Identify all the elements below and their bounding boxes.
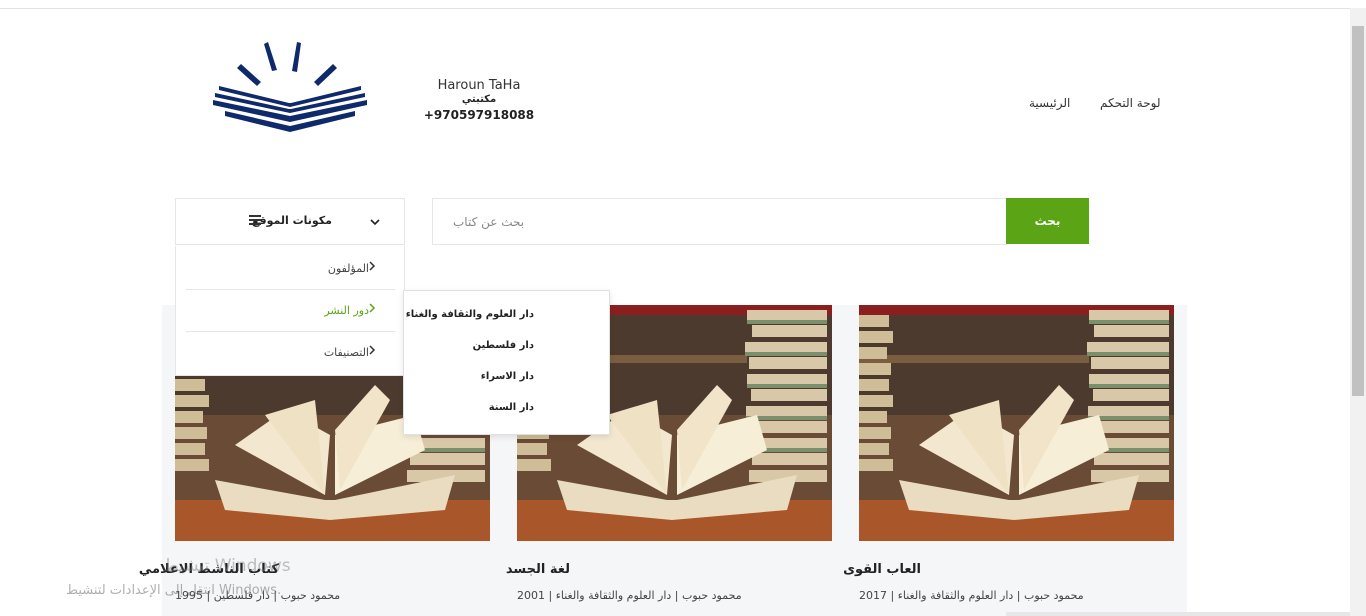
site-components-title: مكونات الموقع <box>251 214 332 227</box>
windows-activation-title: تنشيط Windows <box>163 556 291 576</box>
scrollbar-thumb[interactable] <box>1352 26 1364 396</box>
book-author: محمود حبوب <box>1024 589 1084 602</box>
book-logo-icon <box>213 42 367 132</box>
book-title[interactable]: العاب القوى <box>843 562 921 577</box>
chevron-right-icon <box>369 345 376 358</box>
nav-dashboard[interactable]: لوحة التحكم <box>1100 96 1161 110</box>
chevron-right-icon <box>369 261 376 274</box>
search-button[interactable]: بحث <box>1006 198 1089 244</box>
book-author: محمود حبوب <box>280 589 341 602</box>
search-box <box>432 198 1007 245</box>
chevron-right-icon <box>369 303 376 316</box>
menu-item-label: دور النشر <box>324 304 369 317</box>
book-author: محمود حبوب <box>682 589 742 602</box>
site-components-toggle[interactable]: مكونات الموقع <box>175 198 405 245</box>
vertical-scrollbar[interactable] <box>1350 8 1366 616</box>
menu-item-categories[interactable]: التصنيفات <box>186 332 395 374</box>
menu-icon <box>249 215 261 225</box>
site-components-menu: المؤلفون دور النشر التصنيفات <box>175 246 405 376</box>
menu-item-label: المؤلفون <box>327 262 369 275</box>
user-name: Haroun TaHa <box>437 78 521 93</box>
book-year: 2001 <box>517 589 545 602</box>
user-phone: +970597918088 <box>423 108 535 122</box>
user-info: Haroun TaHa مكتبتي +970597918088 <box>420 78 538 122</box>
nav-home[interactable]: الرئيسية <box>1029 96 1070 110</box>
bottom-bar <box>1006 612 1350 616</box>
book-year: 2017 <box>859 589 887 602</box>
book-meta: 2001 | محمود حبوب | دار العلوم والثقافة … <box>517 589 742 602</box>
chevron-down-icon <box>370 215 380 229</box>
menu-item-publishers[interactable]: دور النشر <box>186 290 395 332</box>
menu-item-authors[interactable]: المؤلفون <box>186 248 395 290</box>
submenu-item-publisher[interactable]: دار فلسطين <box>473 340 534 351</box>
windows-activation-text: انتقل إلى الإعدادات لتنشيط Windows. <box>66 583 282 598</box>
submenu-item-publisher[interactable]: دار السنة <box>489 402 534 413</box>
book-card[interactable]: العاب القوى 2017 | محمود حبوب | دار العل… <box>843 305 1174 602</box>
menu-item-label: التصنيفات <box>323 346 369 359</box>
book-publisher: دار العلوم والثقافة والغناء <box>555 589 672 602</box>
site-logo[interactable] <box>205 36 375 136</box>
book-title[interactable]: لغة الجسد <box>506 562 570 577</box>
top-divider <box>0 8 1350 9</box>
publishers-submenu: دار العلوم والثقافة والغناء دار فلسطين د… <box>403 290 610 435</box>
search-input[interactable] <box>433 199 1006 244</box>
book-meta: 2017 | محمود حبوب | دار العلوم والثقافة … <box>859 589 1084 602</box>
submenu-item-publisher[interactable]: دار الاسراء <box>481 371 534 382</box>
book-publisher: دار العلوم والثقافة والغناء <box>897 589 1014 602</box>
library-label: مكتبتي <box>461 94 497 105</box>
book-cover-image <box>859 305 1174 541</box>
submenu-item-publisher[interactable]: دار العلوم والثقافة والغناء <box>406 309 534 320</box>
